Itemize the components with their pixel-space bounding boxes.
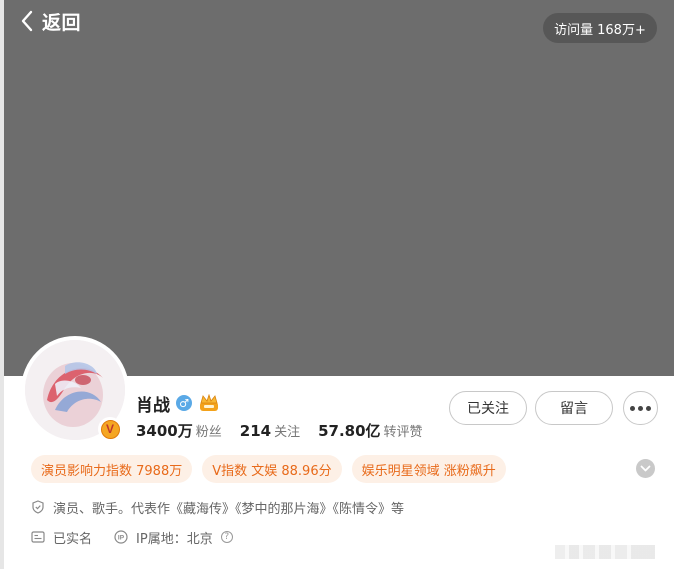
realname-text: 已实名 [53,531,93,547]
watermark [555,545,655,559]
ip-icon: IP [114,530,128,544]
visits-badge: 访问量 168万+ [543,13,657,43]
svg-text:IP: IP [118,535,125,542]
stat-unit: 粉丝 [195,425,222,440]
visits-label: 访问量 [554,22,594,38]
expand-button[interactable] [636,459,655,478]
stat-unit: 关注 [274,425,301,440]
meta-row: 已实名 IP IP属地：北京 ? [31,527,247,547]
tag-trending[interactable]: 娱乐明星领域 涨粉飙升 [351,455,506,483]
cover-image [4,0,674,376]
question-icon[interactable]: ? [220,531,233,543]
stat-following[interactable]: 214 关注 [240,421,300,440]
stat-unit: 转评赞 [383,425,423,440]
more-dots-icon [630,405,651,411]
ip-item: IP IP属地：北京 ? [114,528,233,547]
more-button[interactable] [623,391,658,425]
stat-fans[interactable]: 3400万 粉丝 [136,420,222,441]
stat-value: 57.80亿 [318,422,381,440]
name-row: 肖战 ♂ [136,391,220,416]
ip-text: IP属地：北京 [136,531,213,547]
back-button[interactable]: 返回 [20,6,81,36]
description-row: 演员、歌手。代表作《藏海传》《梦中的那片海》《陈情令》等 [31,497,404,517]
tags-row: 演员影响力指数 7988万 V指数 文娱 88.96分 娱乐明星领域 涨粉飙升 [31,455,506,483]
crown-icon[interactable] [198,394,220,412]
description-text: 演员、歌手。代表作《藏海传》《梦中的那片海》《陈情令》等 [53,501,405,517]
stats-row: 3400万 粉丝 214 关注 57.80亿 转评赞 [136,420,441,440]
tag-influence[interactable]: 演员影响力指数 7988万 [31,455,193,483]
chevron-down-icon [640,465,651,471]
tag-v-index[interactable]: V指数 文娱 88.96分 [202,455,342,483]
shield-icon [32,500,44,514]
id-card-icon [31,531,45,543]
profile-page: 返回 访问量 168万+ V 肖战 ♂ 3400万 粉丝 214 关注 57.8… [0,0,674,569]
verified-badge: V [98,417,122,441]
stat-likes: 57.80亿 转评赞 [318,420,422,441]
verified-v-icon: V [100,419,120,439]
stat-value: 214 [239,422,272,440]
back-label: 返回 [42,11,82,34]
realname-item: 已实名 [31,528,92,547]
chevron-left-icon [21,10,33,32]
profile-name: 肖战 [136,395,170,416]
visits-value: 168万+ [597,22,646,38]
stat-value: 3400万 [136,422,193,440]
male-icon: ♂ [176,395,192,411]
message-button[interactable]: 留言 [535,391,613,425]
follow-button[interactable]: 已关注 [449,391,527,425]
